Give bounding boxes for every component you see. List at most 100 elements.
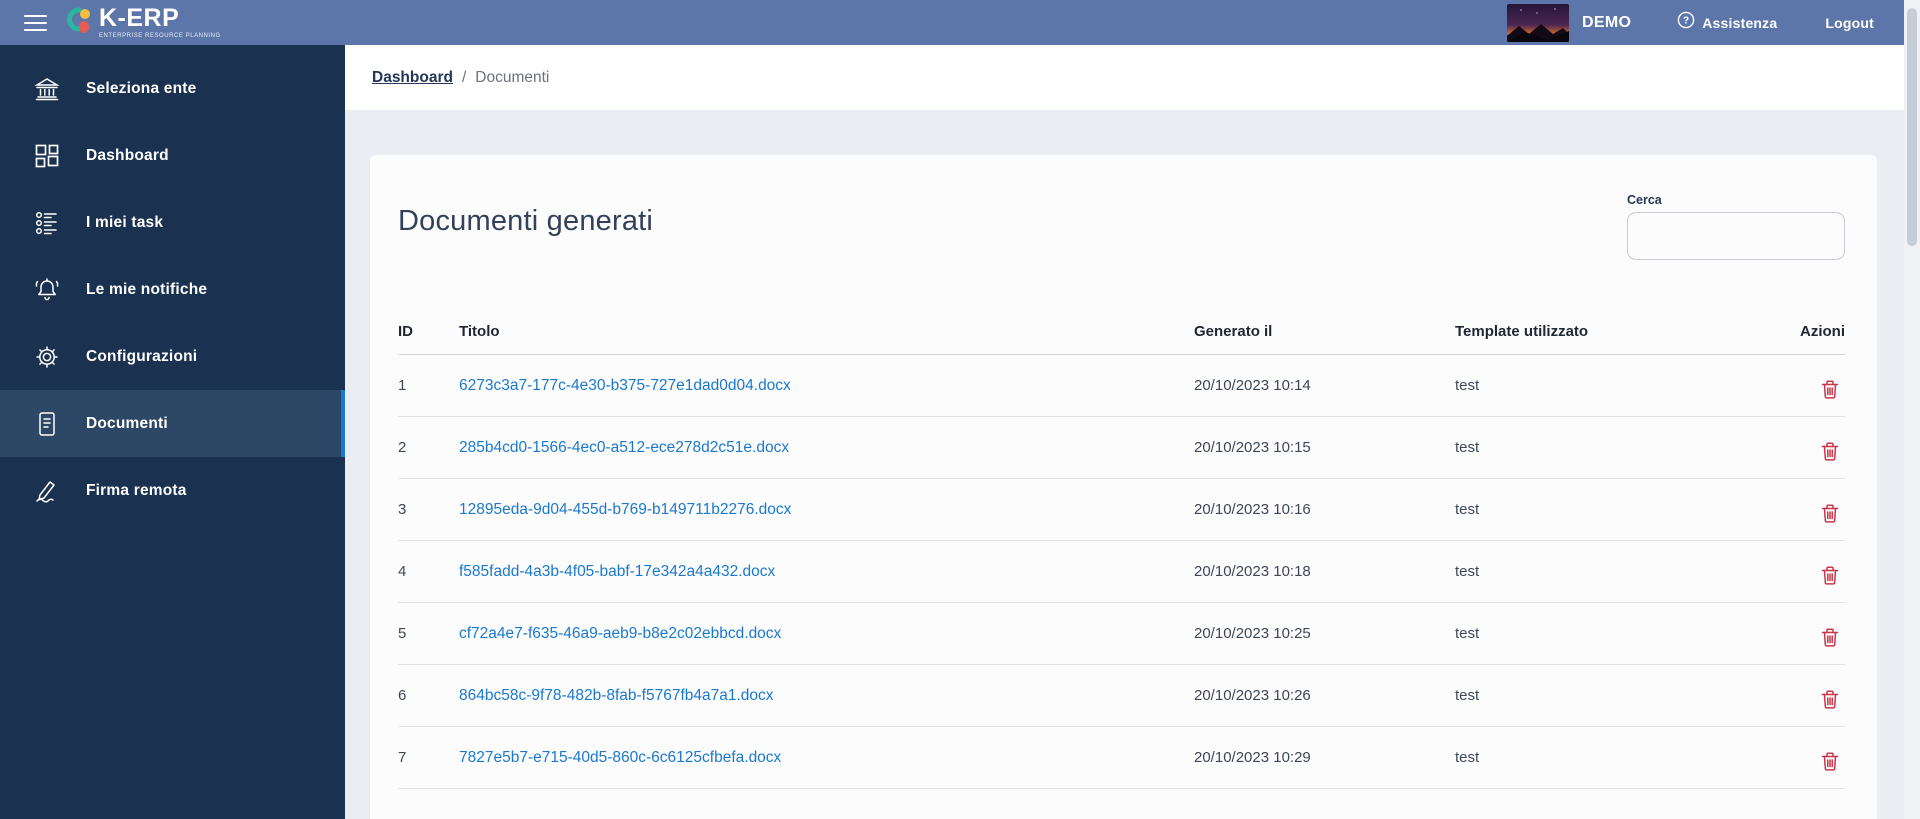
bank-icon — [33, 76, 61, 102]
column-header-id: ID — [398, 323, 459, 355]
delete-trash-icon[interactable] — [1821, 565, 1839, 589]
table-row: 6 864bc58c-9f78-482b-8fab-f5767fb4a7a1.do… — [398, 664, 1845, 727]
sidebar-item-i-miei-task[interactable]: I miei task — [0, 189, 345, 256]
cell-title: 864bc58c-9f78-482b-8fab-f5767fb4a7a1.doc… — [459, 664, 1194, 727]
assistance-button[interactable]: ? Assistenza — [1677, 11, 1777, 34]
document-link[interactable]: f585fadd-4a3b-4f05-babf-17e342a4a432.doc… — [459, 563, 775, 580]
svg-text:?: ? — [1683, 16, 1689, 27]
cell-id: 1 — [398, 354, 459, 417]
sidebar-item-label: Le mie notifiche — [86, 280, 208, 298]
sidebar-nav: Seleziona ente Dashboard I miei task Le … — [0, 45, 345, 819]
sidebar-item-label: Configurazioni — [86, 347, 198, 365]
cell-template: test — [1455, 726, 1790, 789]
cell-title: f585fadd-4a3b-4f05-babf-17e342a4a432.doc… — [459, 540, 1194, 603]
cell-template: test — [1455, 354, 1790, 417]
user-name[interactable]: DEMO — [1582, 14, 1631, 32]
sidebar-item-label: Seleziona ente — [86, 79, 197, 97]
table-row: 1 6273c3a7-177c-4e30-b375-727e1dad0d04.do… — [398, 354, 1845, 417]
cell-id: 3 — [398, 478, 459, 541]
table-row: 2 285b4cd0-1566-4ec0-a512-ece278d2c51e.do… — [398, 416, 1845, 479]
delete-trash-icon[interactable] — [1821, 689, 1839, 713]
delete-trash-icon[interactable] — [1821, 441, 1839, 465]
cell-id: 2 — [398, 416, 459, 479]
cell-generated: 20/10/2023 10:16 — [1194, 478, 1455, 541]
column-header-generato-il: Generato il — [1194, 323, 1455, 355]
hamburger-menu-icon[interactable] — [24, 10, 47, 36]
sidebar-item-configurazioni[interactable]: Configurazioni — [0, 323, 345, 390]
user-avatar[interactable] — [1507, 3, 1570, 42]
search-input[interactable] — [1627, 212, 1845, 260]
cell-title: 7827e5b7-e715-40d5-860c-6c6125cfbefa.doc… — [459, 726, 1194, 789]
cell-generated: 20/10/2023 10:25 — [1194, 602, 1455, 665]
cell-id: 4 — [398, 540, 459, 603]
dashboard-icon — [33, 144, 61, 168]
sidebar-item-firma-remota[interactable]: Firma remota — [0, 457, 345, 524]
documents-table: ID Titolo Generato il Template utilizzat… — [398, 323, 1845, 789]
documents-table-body: 1 6273c3a7-177c-4e30-b375-727e1dad0d04.do… — [398, 354, 1845, 789]
bell-icon — [33, 277, 61, 303]
table-row: 7 7827e5b7-e715-40d5-860c-6c6125cfbefa.do… — [398, 726, 1845, 789]
breadcrumb-dashboard-link[interactable]: Dashboard — [372, 69, 453, 87]
signature-icon — [33, 478, 61, 504]
main-content: Documenti generati Cerca ID Titolo Gener… — [345, 110, 1920, 819]
table-row: 4 f585fadd-4a3b-4f05-babf-17e342a4a432.do… — [398, 540, 1845, 603]
sidebar-item-label: Dashboard — [86, 146, 169, 164]
tasks-icon — [33, 211, 61, 235]
table-row: 3 12895eda-9d04-455d-b769-b149711b2276.do… — [398, 478, 1845, 541]
document-link[interactable]: 285b4cd0-1566-4ec0-a512-ece278d2c51e.doc… — [459, 439, 789, 456]
documents-card: Documenti generati Cerca ID Titolo Gener… — [370, 155, 1877, 819]
cell-title: cf72a4e7-f635-46a9-aeb9-b8e2c02ebbcd.doc… — [459, 602, 1194, 665]
cell-title: 6273c3a7-177c-4e30-b375-727e1dad0d04.doc… — [459, 354, 1194, 417]
cell-title: 12895eda-9d04-455d-b769-b149711b2276.doc… — [459, 478, 1194, 541]
cell-template: test — [1455, 540, 1790, 603]
cell-id: 7 — [398, 726, 459, 789]
top-bar: K-ERP ENTERPRISE RESOURCE PLANNING DEMO … — [0, 0, 1920, 45]
document-link[interactable]: 864bc58c-9f78-482b-8fab-f5767fb4a7a1.doc… — [459, 687, 774, 704]
delete-trash-icon[interactable] — [1821, 751, 1839, 775]
assistance-label: Assistenza — [1702, 14, 1778, 31]
cell-template: test — [1455, 664, 1790, 727]
document-link[interactable]: 12895eda-9d04-455d-b769-b149711b2276.doc… — [459, 501, 791, 518]
app-logo[interactable]: K-ERP ENTERPRISE RESOURCE PLANNING — [67, 4, 221, 41]
cell-generated: 20/10/2023 10:15 — [1194, 416, 1455, 479]
table-row: 5 cf72a4e7-f635-46a9-aeb9-b8e2c02ebbcd.do… — [398, 602, 1845, 665]
logo-mark-icon — [67, 4, 94, 41]
logout-button[interactable]: Logout — [1825, 15, 1874, 31]
logo-tagline: ENTERPRISE RESOURCE PLANNING — [99, 33, 221, 39]
document-link[interactable]: 6273c3a7-177c-4e30-b375-727e1dad0d04.doc… — [459, 377, 791, 394]
cell-id: 6 — [398, 664, 459, 727]
page-title: Documenti generati — [398, 205, 654, 237]
sidebar-item-seleziona-ente[interactable]: Seleziona ente — [0, 55, 345, 122]
sidebar-item-documenti[interactable]: Documenti — [0, 390, 345, 457]
logo-title: K-ERP — [99, 4, 180, 32]
breadcrumb-current: Documenti — [475, 68, 550, 86]
cell-generated: 20/10/2023 10:18 — [1194, 540, 1455, 603]
sidebar-item-dashboard[interactable]: Dashboard — [0, 122, 345, 189]
breadcrumb: Dashboard / Documenti — [345, 45, 1904, 110]
sidebar-item-le-mie-notifiche[interactable]: Le mie notifiche — [0, 256, 345, 323]
delete-trash-icon[interactable] — [1821, 379, 1839, 403]
cell-template: test — [1455, 602, 1790, 665]
search-label: Cerca — [1627, 193, 1662, 207]
document-link[interactable]: 7827e5b7-e715-40d5-860c-6c6125cfbefa.doc… — [459, 749, 781, 766]
cell-generated: 20/10/2023 10:14 — [1194, 354, 1455, 417]
cell-template: test — [1455, 478, 1790, 541]
cell-generated: 20/10/2023 10:26 — [1194, 664, 1455, 727]
sidebar-item-label: Documenti — [86, 414, 168, 432]
cell-generated: 20/10/2023 10:29 — [1194, 726, 1455, 789]
cell-template: test — [1455, 416, 1790, 479]
sidebar-item-label: I miei task — [86, 213, 164, 231]
document-icon — [33, 411, 61, 437]
cell-title: 285b4cd0-1566-4ec0-a512-ece278d2c51e.doc… — [459, 416, 1194, 479]
help-icon: ? — [1677, 11, 1695, 34]
vertical-scrollbar[interactable] — [1904, 0, 1920, 819]
sidebar-item-label: Firma remota — [86, 481, 187, 499]
gear-icon — [33, 344, 61, 370]
column-header-titolo: Titolo — [459, 323, 1194, 355]
cell-id: 5 — [398, 602, 459, 665]
scrollbar-thumb[interactable] — [1907, 8, 1917, 246]
delete-trash-icon[interactable] — [1821, 503, 1839, 527]
document-link[interactable]: cf72a4e7-f635-46a9-aeb9-b8e2c02ebbcd.doc… — [459, 625, 781, 642]
delete-trash-icon[interactable] — [1821, 627, 1839, 651]
column-header-template: Template utilizzato — [1455, 323, 1790, 355]
